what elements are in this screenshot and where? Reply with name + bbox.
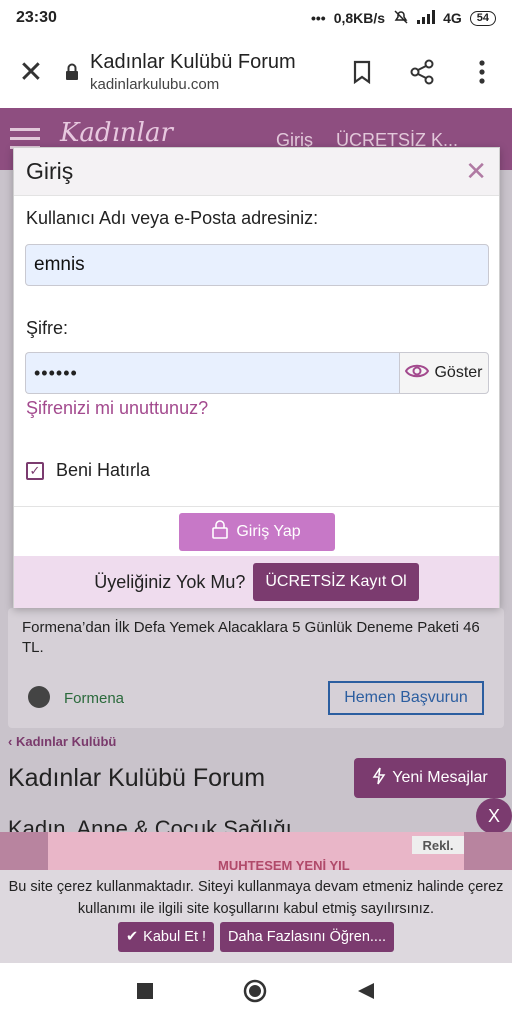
password-group: •••••• Göster	[25, 352, 489, 394]
modal-header: Giriş ✕	[14, 148, 499, 196]
cookie-accept-button[interactable]: ✔ Kabul Et !	[118, 922, 215, 952]
browser-page-title: Kadınlar Kulübü Forum	[90, 51, 296, 73]
modal-title: Giriş	[26, 158, 74, 184]
login-submit-button[interactable]: Giriş Yap	[178, 512, 335, 551]
login-modal: Giriş ✕ Kullanıcı Adı veya e-Posta adres…	[13, 147, 500, 608]
share-icon[interactable]	[392, 59, 452, 85]
ad-brand[interactable]: Formena	[64, 690, 124, 707]
show-password-label: Göster	[434, 364, 483, 381]
chevron-left-icon: ‹	[8, 734, 16, 749]
eye-icon	[405, 363, 430, 384]
ad-card: Formena’dan İlk Defa Yemek Alacaklara 5 …	[8, 608, 504, 728]
browser-toolbar: ✕ Kadınlar Kulübü Forum kadinlarkulubu.c…	[0, 36, 512, 108]
forum-title: Kadınlar Kulübü Forum	[8, 764, 266, 792]
new-messages-button[interactable]: Yeni Mesajlar	[354, 758, 506, 798]
ad-banner: Rekl. MUHTEŞEM YENİ YIL	[0, 832, 512, 873]
password-input[interactable]: ••••••	[25, 352, 399, 394]
bookmark-icon[interactable]	[332, 60, 392, 84]
close-icon[interactable]: ✕	[465, 156, 487, 187]
battery-icon: 54	[469, 10, 496, 26]
breadcrumb[interactable]: ‹ Kadınlar Kulübü	[8, 734, 116, 749]
new-messages-label: Yeni Mesajlar	[392, 769, 488, 786]
android-nav-bar	[0, 963, 512, 1024]
close-ad-button[interactable]: X	[476, 798, 512, 834]
browser-url: kadinlarkulubu.com	[90, 76, 220, 93]
modal-body: Kullanıcı Adı veya e-Posta adresiniz: em…	[14, 196, 499, 506]
username-label: Kullanıcı Adı veya e-Posta adresiniz:	[26, 208, 319, 228]
ad-label[interactable]: Rekl.	[412, 836, 464, 854]
back-icon[interactable]	[357, 982, 375, 1005]
forgot-password-link[interactable]: Şifrenizi mi unuttunuz?	[26, 398, 208, 419]
network-type: 4G	[443, 10, 462, 26]
no-account-text: Üyeliğiniz Yok Mu?	[94, 571, 246, 592]
login-submit-label: Giriş Yap	[236, 522, 301, 540]
free-register-button[interactable]: ÜCRETSİZ Kayıt Ol	[253, 563, 419, 601]
status-time: 23:30	[16, 9, 57, 26]
cookie-more-button[interactable]: Daha Fazlasını Öğren....	[220, 922, 394, 952]
password-label: Şifre:	[26, 318, 69, 338]
site-logo[interactable]: Kadınlar	[60, 118, 173, 148]
cookie-accept-label: Kabul Et !	[143, 929, 207, 945]
lock-icon	[212, 519, 229, 544]
remember-me-label: Beni Hatırla	[56, 460, 151, 480]
status-bar: 23:30 ••• 0,8KB/s 4G 54	[0, 0, 512, 36]
status-dots: •••	[310, 10, 326, 26]
ad-text: Formena’dan İlk Defa Yemek Alacaklara 5 …	[22, 619, 480, 656]
bolt-icon	[372, 767, 386, 790]
signup-band: Üyeliğiniz Yok Mu? ÜCRETSİZ Kayıt Ol	[14, 556, 499, 608]
checkbox-checked-icon: ✓	[26, 461, 44, 480]
globe-icon	[28, 686, 50, 708]
recent-apps-icon[interactable]	[137, 983, 153, 1004]
lock-icon[interactable]	[62, 63, 82, 81]
show-password-button[interactable]: Göster	[399, 352, 489, 394]
more-options-icon[interactable]	[452, 60, 512, 84]
check-icon: ✔	[126, 929, 139, 945]
ad-cta-button[interactable]: Hemen Başvurun	[328, 681, 484, 715]
remember-me-checkbox[interactable]: ✓ Beni Hatırla	[26, 460, 150, 481]
cookie-message: Bu site çerez kullanmaktadır. Siteyi kul…	[8, 879, 504, 917]
breadcrumb-label: Kadınlar Kulübü	[15, 734, 117, 749]
modal-footer: Giriş Yap	[14, 506, 499, 556]
mute-icon	[393, 9, 409, 28]
cookie-notice: Bu site çerez kullanmaktadır. Siteyi kul…	[0, 870, 512, 963]
page-identity[interactable]: Kadınlar Kulübü Forum kadinlarkulubu.com	[90, 51, 332, 93]
home-icon[interactable]	[243, 979, 267, 1008]
username-input[interactable]: emnis	[25, 244, 489, 286]
network-speed: 0,8KB/s	[333, 10, 386, 26]
close-tab-icon[interactable]: ✕	[0, 55, 62, 90]
signal-icon	[417, 9, 436, 27]
